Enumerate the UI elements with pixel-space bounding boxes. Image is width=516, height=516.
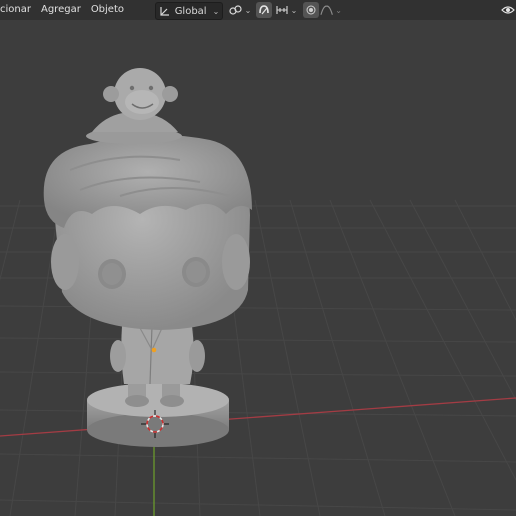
eye-icon xyxy=(501,6,515,14)
chevron-down-icon: ⌄ xyxy=(335,5,342,15)
pivot-point-dropdown[interactable]: ⌄ xyxy=(228,2,252,18)
menu-add[interactable]: Agregar xyxy=(36,0,86,20)
menu-object[interactable]: Objeto xyxy=(86,0,129,20)
monkey-figure xyxy=(86,68,182,144)
chevron-down-icon: ⌄ xyxy=(212,6,220,16)
object-origin-dot xyxy=(151,347,157,353)
transform-orientation-label: Global xyxy=(174,5,207,17)
orientation-axes-icon xyxy=(160,7,169,16)
proportional-editing-toggle[interactable] xyxy=(303,2,319,18)
transform-orientation-dropdown[interactable]: Global ⌄ xyxy=(155,2,223,20)
magnet-icon xyxy=(259,5,269,15)
x-axis-line xyxy=(0,397,516,437)
snap-toggle[interactable] xyxy=(256,2,272,18)
chevron-down-icon: ⌄ xyxy=(290,5,298,15)
proportional-falloff-dropdown[interactable]: ⌄ xyxy=(320,2,342,18)
falloff-curve-icon xyxy=(320,5,333,15)
menu-select[interactable]: cionar xyxy=(0,0,36,20)
proportional-edit-icon xyxy=(306,5,316,15)
chevron-down-icon: ⌄ xyxy=(244,5,252,15)
figure-base xyxy=(87,383,229,447)
visibility-toggle[interactable] xyxy=(500,2,516,18)
snap-increment-icon xyxy=(276,6,288,14)
3d-viewport[interactable]: cionar Agregar Objeto Global ⌄ ⌄ ⌄ ⌄ xyxy=(0,0,516,516)
pivot-chain-icon xyxy=(229,5,242,15)
snap-target-dropdown[interactable]: ⌄ xyxy=(274,2,298,18)
viewport-scene[interactable] xyxy=(0,0,516,516)
